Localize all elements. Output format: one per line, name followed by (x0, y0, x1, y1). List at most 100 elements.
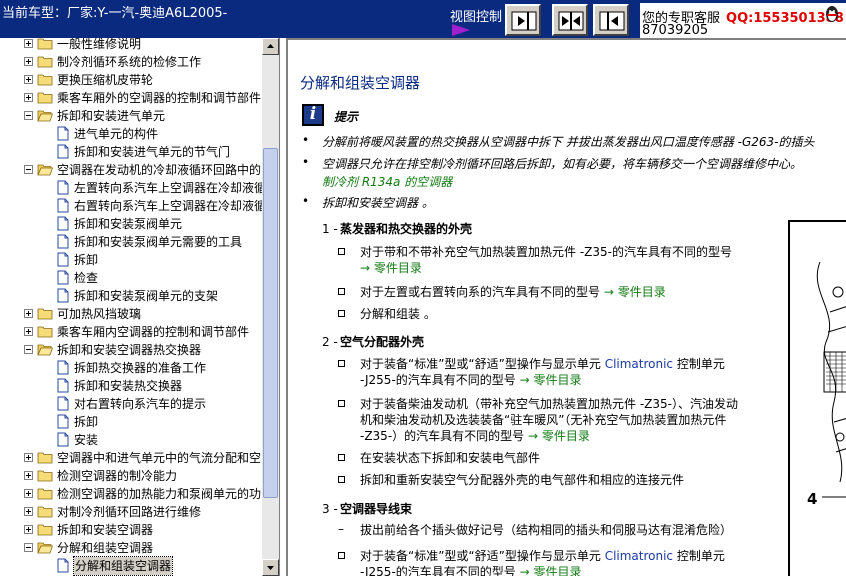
collapse-toggle-icon[interactable] (24, 543, 33, 552)
tree-folder-item[interactable]: 拆卸和安装进气单元 (0, 107, 262, 125)
expand-toggle-icon[interactable] (24, 309, 33, 318)
tree-item-label[interactable]: 检测空调器的加热能力和泵阀单元的功 (57, 485, 261, 503)
tree-item-label[interactable]: 进气单元的构件 (74, 125, 158, 143)
tree-folder-item[interactable]: 乘客车厢内空调器的控制和调节部件 (0, 323, 262, 341)
tree-item-label[interactable]: 乘客车厢内空调器的控制和调节部件 (57, 323, 249, 341)
tree-item-label[interactable]: 检测空调器的制冷能力 (57, 467, 177, 485)
tree-folder-item[interactable]: 可加热风挡玻璃 (0, 305, 262, 323)
expand-toggle-icon[interactable] (24, 93, 33, 102)
tree-item-label[interactable]: 制冷剂循环系统的检修工作 (57, 53, 201, 71)
document-page-icon (57, 180, 69, 195)
expand-toggle-icon[interactable] (24, 525, 33, 534)
tree-folder-item[interactable]: 空调器中和进气单元中的气流分配和空 (0, 449, 262, 467)
tree-page-item[interactable]: 右置转向系汽车上空调器在冷却液循 (0, 197, 262, 215)
tree-page-item[interactable]: 拆卸和安装热交换器 (0, 377, 262, 395)
tree-item-label[interactable]: 拆卸和安装空调器热交换器 (57, 341, 201, 359)
tree-item-label-selected[interactable]: 分解和组装空调器 (72, 556, 174, 576)
tree-page-item[interactable]: 对右置转向系汽车的提示 (0, 395, 262, 413)
tree-item-label[interactable]: 一般性维修说明 (57, 38, 141, 53)
collapse-toggle-icon[interactable] (24, 111, 33, 120)
qq-penguin-icon[interactable] (824, 5, 840, 23)
tree-item-label[interactable]: 左置转向系汽车上空调器在冷却液循 (74, 179, 262, 197)
expand-toggle-icon[interactable] (24, 75, 33, 84)
folder-icon (37, 470, 53, 482)
split-view-button[interactable] (552, 4, 588, 36)
expand-toggle-icon[interactable] (24, 507, 33, 516)
parts-catalog-link[interactable]: → 零件目录 (520, 565, 582, 576)
tree-item-label[interactable]: 拆卸和安装进气单元 (57, 107, 165, 125)
tree-page-item[interactable]: 检查 (0, 269, 262, 287)
expand-toggle-icon[interactable] (24, 39, 33, 48)
tree-item-label[interactable]: 乘客车厢外的空调器的控制和调节部件 (57, 89, 261, 107)
parts-catalog-link[interactable]: → 零件目录 (604, 285, 666, 299)
tree-page-item[interactable]: 左置转向系汽车上空调器在冷却液循 (0, 179, 262, 197)
navigation-tree-pane: 一般性维修说明 制冷剂循环系统的检修工作 更换压缩机皮带轮 乘客车厢外的空调器的控制和… (0, 38, 280, 576)
tree-item-label[interactable]: 拆卸和安装进气单元的节气门 (74, 143, 230, 161)
tree-page-item[interactable]: 拆卸和安装泵阀单元需要的工具 (0, 233, 262, 251)
expand-toggle-icon[interactable] (24, 471, 33, 480)
tree-page-item[interactable]: 拆卸热交换器的准备工作 (0, 359, 262, 377)
tree-item-label[interactable]: 拆卸热交换器的准备工作 (74, 359, 206, 377)
tree-folder-item[interactable]: 空调器在发动机的冷却液循环回路中的 (0, 161, 262, 179)
collapse-toggle-icon[interactable] (24, 165, 33, 174)
tree-folder-item[interactable]: 一般性维修说明 (0, 38, 262, 53)
collapse-right-button[interactable] (593, 4, 629, 36)
tree-folder-item[interactable]: 更换压缩机皮带轮 (0, 71, 262, 89)
tree-item-label[interactable]: 对右置转向系汽车的提示 (74, 395, 206, 413)
tree-scrollbar[interactable] (262, 38, 279, 576)
expand-toggle-icon[interactable] (24, 57, 33, 66)
tree-item-label[interactable]: 空调器中和进气单元中的气流分配和空 (57, 449, 261, 467)
document-page-icon (57, 360, 69, 375)
tree-item-label[interactable]: 拆卸和安装泵阀单元需要的工具 (74, 233, 242, 251)
tree-item-label[interactable]: 拆卸和安装空调器 (57, 521, 153, 539)
tree-page-item[interactable]: 拆卸 (0, 251, 262, 269)
tree-folder-item[interactable]: 乘客车厢外的空调器的控制和调节部件 (0, 89, 262, 107)
tree-item-label[interactable]: 右置转向系汽车上空调器在冷却液循 (74, 197, 262, 215)
tree-folder-item[interactable]: 对制冷剂循环回路进行维修 (0, 503, 262, 521)
parts-catalog-link[interactable]: → 零件目录 (520, 373, 582, 387)
tree-folder-item[interactable]: 制冷剂循环系统的检修工作 (0, 53, 262, 71)
collapse-toggle-icon[interactable] (24, 345, 33, 354)
tree-item-label[interactable]: 空调器在发动机的冷却液循环回路中的 (57, 161, 261, 179)
item-text-line: 对于装备柴油发动机（带补充空气加热装置加热元件 -Z35-）、汽油发动 (360, 397, 738, 411)
item-text-line: 拆卸和重新安装空气分配器外壳的电气部件和相应的连接元件 (360, 473, 685, 487)
collapse-left-button[interactable] (505, 4, 541, 36)
expand-toggle-icon[interactable] (24, 489, 33, 498)
tree-folder-item[interactable]: 检测空调器的制冷能力 (0, 467, 262, 485)
parts-catalog-link[interactable]: → 零件目录 (360, 261, 422, 275)
tree-page-item[interactable]: 分解和组装空调器 (0, 556, 262, 576)
expand-toggle-icon[interactable] (24, 327, 33, 336)
tree-item-label[interactable]: 安装 (74, 431, 98, 449)
tree-folder-item[interactable]: 拆卸和安装空调器热交换器 (0, 341, 262, 359)
scroll-down-button[interactable] (262, 559, 279, 576)
tree-page-item[interactable]: 拆卸和安装泵阀单元的支架 (0, 287, 262, 305)
tree-folder-item[interactable]: 检测空调器的加热能力和泵阀单元的功 (0, 485, 262, 503)
tree-page-item[interactable]: 拆卸和安装进气单元的节气门 (0, 143, 262, 161)
item-text-line: 对于带和不带补充空气加热装置加热元件 -Z35-的汽车具有不同的型号 (360, 245, 732, 259)
tree-item-label[interactable]: 拆卸 (74, 251, 98, 269)
scroll-thumb[interactable] (263, 148, 278, 498)
tree-item-label[interactable]: 分解和组装空调器 (57, 539, 153, 557)
tree-item-label[interactable]: 拆卸和安装泵阀单元 (74, 215, 182, 233)
tree-item-label[interactable]: 拆卸和安装泵阀单元的支架 (74, 287, 218, 305)
tree-page-item[interactable]: 拆卸 (0, 413, 262, 431)
tree-item-label[interactable]: 检查 (74, 269, 98, 287)
scroll-up-button[interactable] (262, 38, 279, 55)
tree-page-item[interactable]: 拆卸和安装泵阀单元 (0, 215, 262, 233)
tree-item-label[interactable]: 拆卸和安装热交换器 (74, 377, 182, 395)
parts-catalog-link[interactable]: → 零件目录 (528, 429, 590, 443)
tree-folder-item[interactable]: 拆卸和安装空调器 (0, 521, 262, 539)
tree-folder-item[interactable]: 分解和组装空调器 (0, 539, 262, 557)
expand-toggle-icon[interactable] (24, 453, 33, 462)
item-text-line: 对于装备“标准”型或“舒适”型操作与显示单元 Climatronic 控制单元 (360, 549, 725, 563)
tree-item-label[interactable]: 可加热风挡玻璃 (57, 305, 141, 323)
tree-item-label[interactable]: 更换压缩机皮带轮 (57, 71, 153, 89)
folder-icon (37, 506, 53, 518)
tree-page-item[interactable]: 安装 (0, 431, 262, 449)
tree-item-label[interactable]: 对制冷剂循环回路进行维修 (57, 503, 201, 521)
note-link[interactable]: 制冷剂 R134a 的空调器 (322, 173, 452, 190)
tree-item-label[interactable]: 拆卸 (74, 413, 98, 431)
document-page-icon (57, 144, 69, 159)
vehicle-title: 当前车型：厂家:Y-一汽-奥迪A6L2005- (2, 6, 228, 21)
tree-page-item[interactable]: 进气单元的构件 (0, 125, 262, 143)
